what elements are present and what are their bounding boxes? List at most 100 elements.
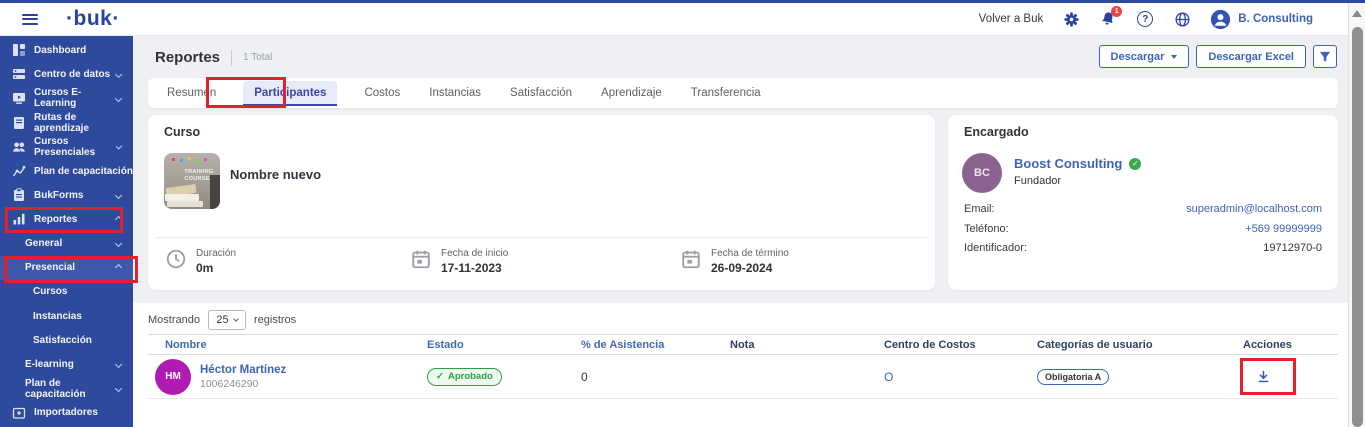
encargado-card: Encargado BC Boost Consulting ✓ Fundador… (948, 115, 1338, 290)
sidebar-item-dashboard[interactable]: Dashboard (0, 38, 133, 62)
sidebar-item-presencial[interactable]: Presencial (0, 256, 133, 280)
sidebar-item-instancias[interactable]: Instancias (0, 304, 133, 328)
tab-costos[interactable]: Costos (362, 82, 402, 104)
encargado-telefono-row: Teléfono: +569 99999999 (964, 223, 1322, 235)
globe-icon[interactable] (1173, 10, 1191, 28)
notifications-bell-icon[interactable]: 1 (1099, 10, 1117, 28)
scrollbar-up-arrow[interactable] (1352, 10, 1362, 17)
col-header-nota: Nota (713, 339, 867, 351)
verified-check-icon: ✓ (1129, 158, 1141, 170)
filter-button[interactable] (1313, 45, 1337, 68)
check-icon: ✓ (436, 371, 444, 382)
participants-table-section: Mostrando 25 registros Nombre Estado % d… (133, 303, 1348, 427)
filter-icon (1319, 51, 1331, 63)
sidebar-item-bukforms[interactable]: BukForms (0, 183, 133, 207)
app-root: ·buk· Volver a Buk 1 ? (0, 0, 1365, 427)
stat-fecha-inicio: Fecha de inicio 17-11-2023 (410, 248, 508, 275)
sidebar-item-cursos[interactable]: Cursos (0, 280, 133, 304)
curso-card: Curso TRAINING COURSES Nombre nuevo Dura… (148, 115, 935, 290)
tab-resumen[interactable]: Resumen (165, 82, 218, 104)
dashboard-icon (12, 43, 26, 57)
col-header-asistencia[interactable]: % de Asistencia (564, 339, 713, 351)
tab-participantes[interactable]: Participantes (243, 81, 337, 106)
chevron-down-icon (115, 95, 122, 102)
acciones-cell (1226, 368, 1338, 386)
download-action-button[interactable] (1254, 368, 1272, 386)
participants-table: Nombre Estado % de Asistencia Nota Centr… (148, 334, 1338, 399)
main-content: Reportes 1 Total Descargar Descargar Exc… (133, 36, 1348, 427)
col-header-categorias: Categorías de usuario (1020, 339, 1226, 351)
tab-aprendizaje[interactable]: Aprendizaje (599, 82, 664, 104)
participant-avatar: HM (155, 359, 191, 395)
table-header-row: Nombre Estado % de Asistencia Nota Centr… (148, 334, 1338, 355)
categoria-cell: Obligatoria A (1020, 369, 1226, 385)
sidebar-item-reportes[interactable]: Reportes (0, 207, 133, 231)
importers-icon (12, 406, 26, 420)
elearning-icon (12, 91, 26, 105)
page-size-select[interactable]: 25 (208, 310, 246, 330)
tab-instancias[interactable]: Instancias (427, 82, 483, 104)
categoria-badge: Obligatoria A (1037, 369, 1109, 385)
learning-path-icon (12, 116, 26, 130)
estado-badge: ✓ Aprobado (427, 368, 502, 386)
telefono-link[interactable]: +569 99999999 (1245, 223, 1322, 235)
participant-name-link[interactable]: Héctor Martínez (200, 364, 286, 376)
col-header-acciones: Acciones (1226, 339, 1338, 351)
encargado-cargo: Fundador (1014, 175, 1061, 187)
total-count: 1 Total (243, 52, 272, 63)
buk-logo[interactable]: ·buk· (66, 7, 120, 31)
calendar-icon (680, 248, 702, 270)
descargar-button[interactable]: Descargar (1099, 45, 1190, 68)
chevron-down-icon (115, 240, 122, 247)
encargado-avatar: BC (962, 153, 1002, 193)
asistencia-cell: 0 (564, 370, 713, 384)
calendar-icon (410, 248, 432, 270)
user-menu[interactable]: B. Consulting (1210, 9, 1313, 30)
col-header-estado[interactable]: Estado (410, 339, 564, 351)
notification-badge: 1 (1111, 6, 1122, 17)
scrollbar-thumb[interactable] (1352, 27, 1363, 427)
header-buttons: Descargar Descargar Excel (1099, 45, 1337, 68)
sidebar-item-elearning[interactable]: E-learning (0, 352, 133, 376)
course-thumbnail: TRAINING COURSES (164, 153, 220, 209)
sidebar: Dashboard Centro de datos Cursos E-Learn… (0, 36, 133, 427)
people-icon (12, 140, 26, 154)
menu-icon[interactable] (22, 14, 38, 25)
descargar-excel-button[interactable]: Descargar Excel (1196, 45, 1306, 68)
sidebar-item-centro-de-datos[interactable]: Centro de datos (0, 62, 133, 86)
page-title: Reportes (155, 49, 220, 66)
user-name: B. Consulting (1238, 13, 1313, 25)
volver-a-buk-link[interactable]: Volver a Buk (979, 13, 1044, 25)
clock-icon (165, 248, 187, 270)
curso-card-title: Curso (164, 125, 200, 139)
tab-satisfaccion[interactable]: Satisfacción (508, 82, 574, 104)
divider (231, 50, 232, 66)
chevron-down-icon (233, 316, 239, 322)
col-header-centro-costos: Centro de Costos (867, 339, 1020, 351)
sidebar-item-general[interactable]: General (0, 232, 133, 256)
divider (156, 237, 927, 238)
sidebar-item-cursos-presenciales[interactable]: Cursos Presenciales (0, 135, 133, 159)
sidebar-item-importadores[interactable]: Importadores (0, 401, 133, 425)
help-icon[interactable]: ? (1136, 10, 1154, 28)
chevron-up-icon (115, 216, 122, 223)
sidebar-item-plan-capacitacion-sub[interactable]: Plan de capacitación (0, 377, 133, 401)
tab-transferencia[interactable]: Transferencia (689, 82, 763, 104)
col-header-nombre[interactable]: Nombre (148, 339, 410, 351)
sidebar-item-satisfaccion[interactable]: Satisfacción (0, 328, 133, 352)
tabs-bar: Resumen Participantes Costos Instancias … (148, 78, 1338, 108)
email-link[interactable]: superadmin@localhost.com (1186, 203, 1322, 215)
centro-costos-link[interactable]: O (884, 370, 893, 384)
participant-id: 1006246290 (200, 378, 286, 390)
chevron-down-icon (115, 192, 122, 199)
sidebar-item-rutas-de-aprendizaje[interactable]: Rutas de aprendizaje (0, 111, 133, 135)
thumbnail-decoration (172, 158, 175, 161)
training-plan-icon (12, 164, 26, 178)
download-icon (1256, 369, 1271, 384)
sidebar-item-plan-de-capacitacion[interactable]: Plan de capacitación (0, 159, 133, 183)
encargado-name-link[interactable]: Boost Consulting (1014, 156, 1122, 171)
gear-icon[interactable] (1062, 10, 1080, 28)
caret-down-icon (1171, 55, 1177, 59)
centro-costos-cell: O (867, 370, 1020, 384)
sidebar-item-cursos-elearning[interactable]: Cursos E-Learning (0, 86, 133, 110)
